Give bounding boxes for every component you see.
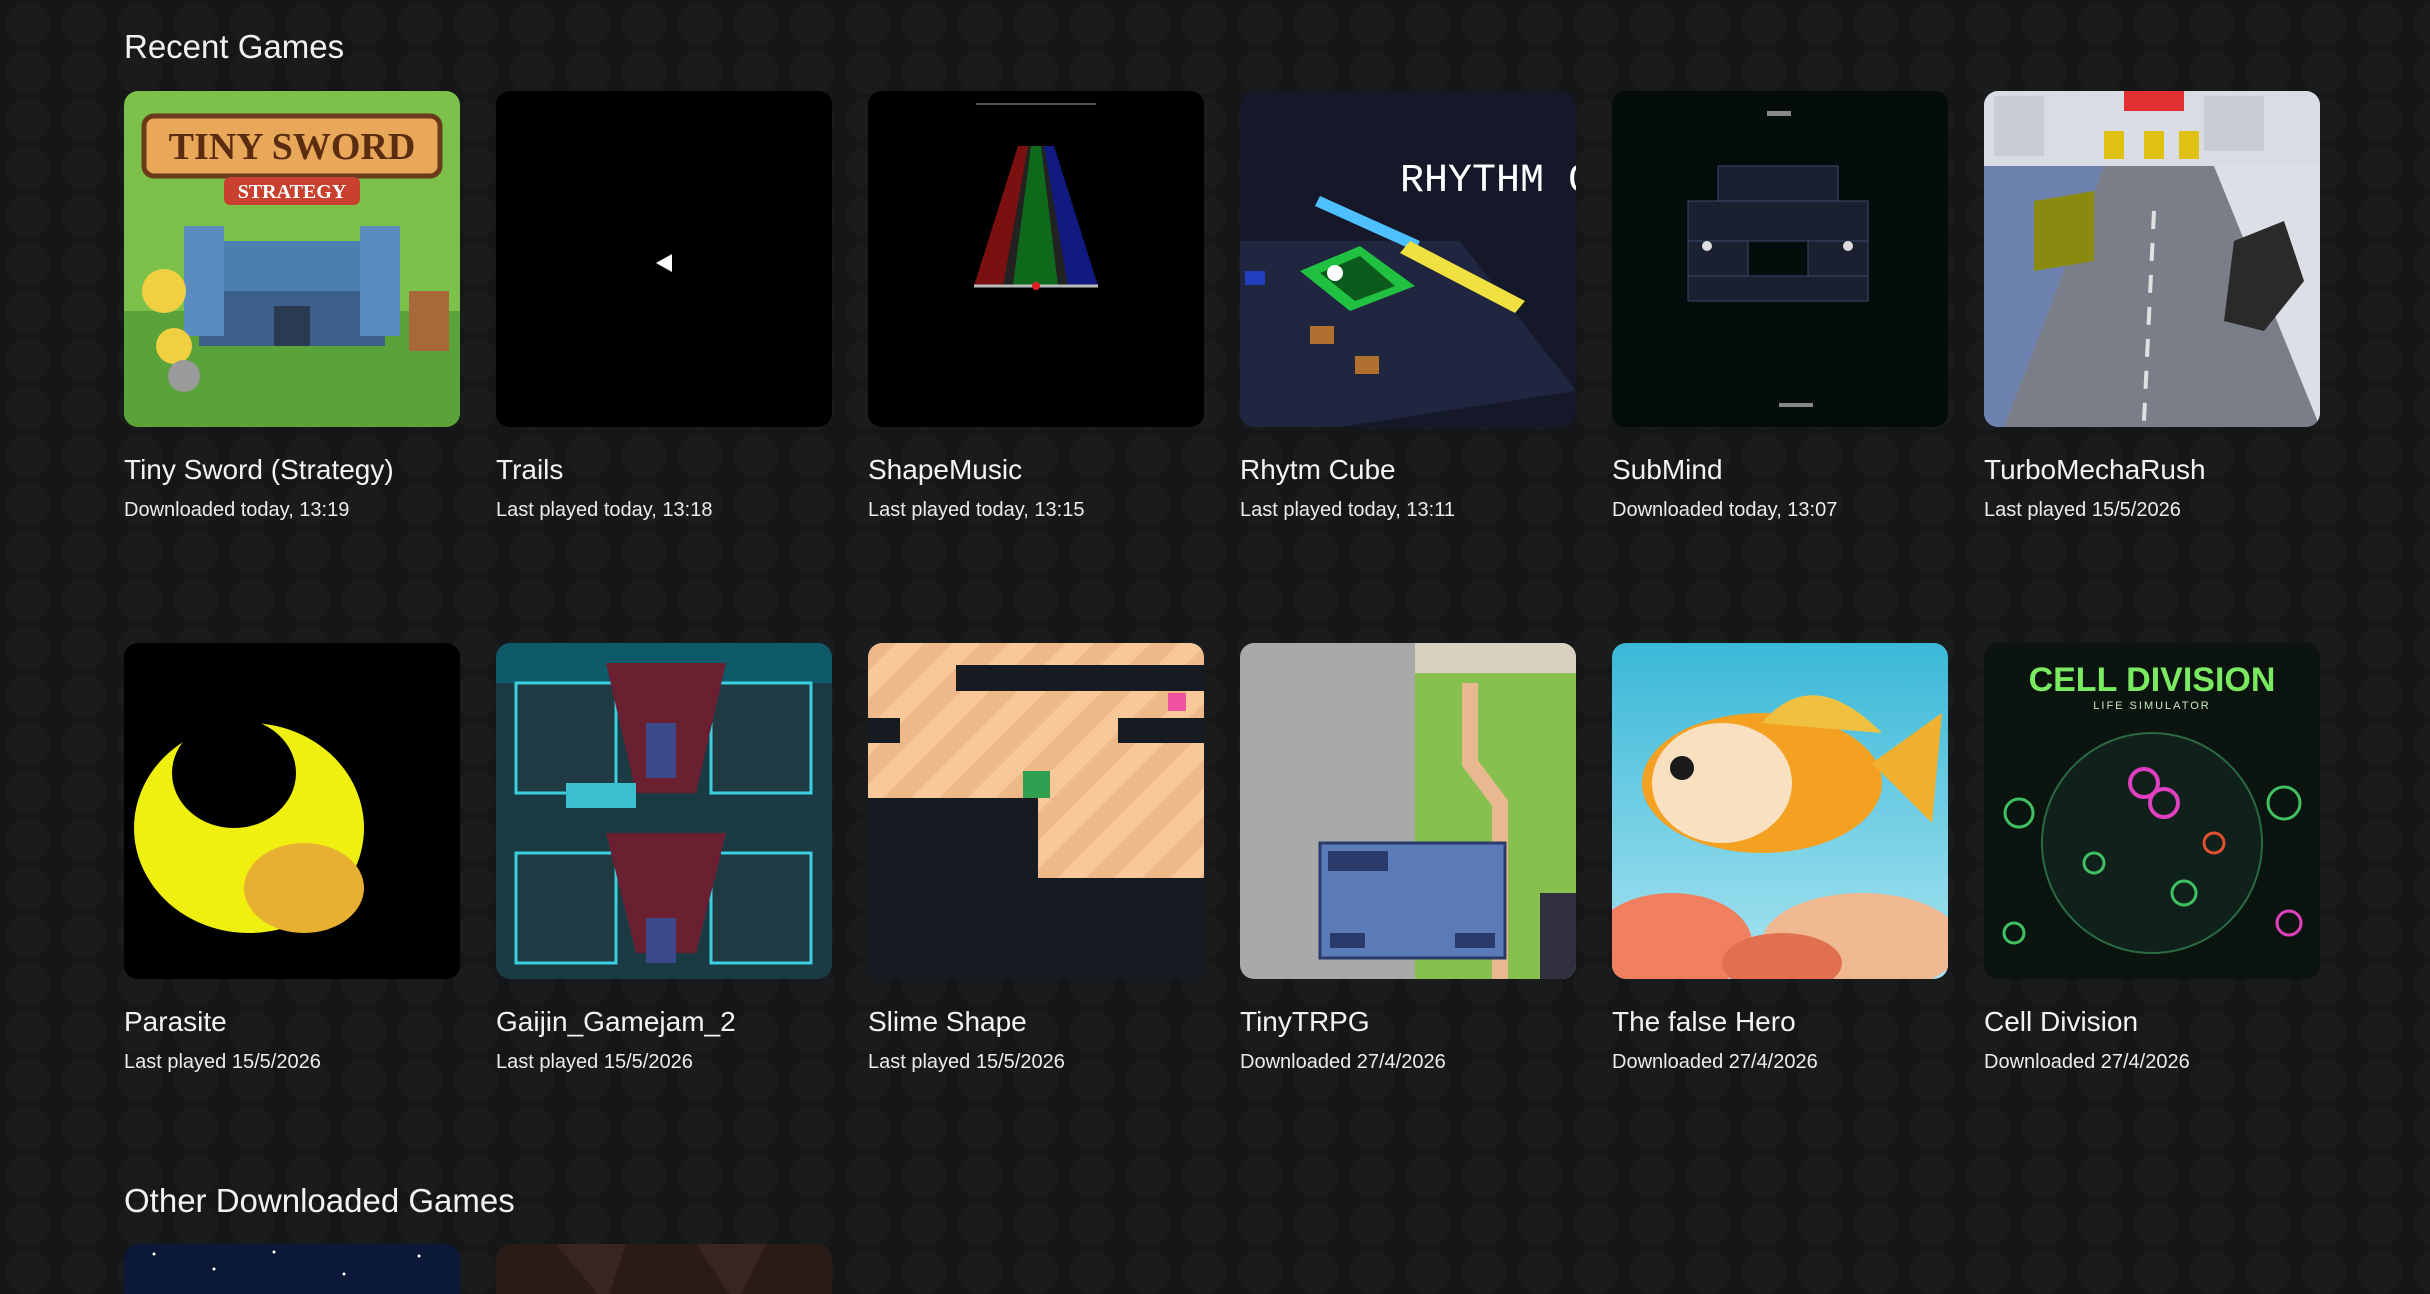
game-title: Gaijin_Gamejam_2 [496,1006,736,1037]
game-title: Slime Shape [868,1006,1027,1037]
game-thumbnail [868,91,1204,427]
game-thumbnail [868,643,1204,979]
game-thumbnail [496,1244,832,1294]
game-status: Downloaded 27/4/2026 [1612,1051,1818,1073]
game-title: Tiny Sword (Strategy) [124,454,394,485]
art-title-text: RHYTHM C [1400,159,1576,204]
game-thumbnail [1612,91,1948,427]
game-title: ShapeMusic [868,454,1023,485]
game-status: Last played today, 13:18 [496,499,713,521]
game-status: Last played 15/5/2026 [868,1051,1065,1073]
game-title: Cell Division [1984,1006,2139,1037]
game-title: TurboMechaRush [1984,454,2206,485]
game-thumbnail [124,643,460,979]
art-subtitle-text: STRATEGY [238,181,347,203]
game-thumbnail: TINY SWORD STRATEGY [124,91,460,427]
game-status: Last played today, 13:11 [1240,499,1455,521]
game-thumbnail: CELL DIVISION LIFE SIMULATOR [1984,643,2320,979]
game-title: TinyTRPG [1240,1006,1370,1037]
game-card-submind[interactable]: SubMind Downloaded today, 13:07 [1612,91,1948,522]
game-status: Downloaded 27/4/2026 [1240,1051,1446,1073]
game-card-slime-shape[interactable]: Slime Shape Last played 15/5/2026 [868,643,1204,1074]
game-status: Downloaded today, 13:19 [124,499,350,521]
game-card-other-2[interactable] [496,1244,832,1294]
game-card-rhytm-cube[interactable]: RHYTHM C Rhytm Cube Last played today, 1… [1240,91,1576,522]
game-title: SubMind [1612,454,1723,485]
game-library: Recent Games TINY SWORD STRATEGY Tiny Sw… [0,0,2430,1294]
art-title-text: TINY SWORD [169,126,416,168]
game-thumbnail: RHYTHM C [1240,91,1576,427]
game-card-shapemusic[interactable]: ShapeMusic Last played today, 13:15 [868,91,1204,522]
game-title: The false Hero [1612,1006,1796,1037]
art-title-text: CELL DIVISION [2029,661,2276,699]
game-thumbnail [496,91,832,427]
game-title: Parasite [124,1006,227,1037]
game-status: Downloaded today, 13:07 [1612,499,1838,521]
game-status: Last played today, 13:15 [868,499,1085,521]
game-status: Last played 15/5/2026 [1984,499,2181,521]
game-title: Rhytm Cube [1240,454,1396,485]
art-subtitle-text: LIFE SIMULATOR [2093,700,2210,712]
other-games-heading: Other Downloaded Games [124,1182,515,1219]
game-card-tiny-sword[interactable]: TINY SWORD STRATEGY Tiny Sword (Strategy… [124,91,460,522]
game-card-tinytrpg[interactable]: TinyTRPG Downloaded 27/4/2026 [1240,643,1576,1074]
game-card-trails[interactable]: Trails Last played today, 13:18 [496,91,832,522]
game-card-turbomecharush[interactable]: TurboMechaRush Last played 15/5/2026 [1984,91,2320,522]
game-status: Last played 15/5/2026 [124,1051,321,1073]
game-card-cell-division[interactable]: CELL DIVISION LIFE SIMULATOR Cell Divisi… [1984,643,2320,1074]
game-title: Trails [496,454,564,485]
recent-games-heading: Recent Games [124,28,345,65]
game-thumbnail [124,1244,460,1294]
game-card-other-1[interactable] [124,1244,460,1294]
game-card-parasite[interactable]: Parasite Last played 15/5/2026 [124,643,460,1074]
game-card-gaijin-gamejam-2[interactable]: Gaijin_Gamejam_2 Last played 15/5/2026 [496,643,832,1074]
game-thumbnail [496,643,832,979]
game-thumbnail [1612,643,1948,979]
game-status: Downloaded 27/4/2026 [1984,1051,2190,1073]
game-status: Last played 15/5/2026 [496,1051,693,1073]
game-thumbnail [1240,643,1576,979]
game-card-false-hero[interactable]: The false Hero Downloaded 27/4/2026 [1612,643,1948,1074]
game-thumbnail [1984,91,2320,427]
